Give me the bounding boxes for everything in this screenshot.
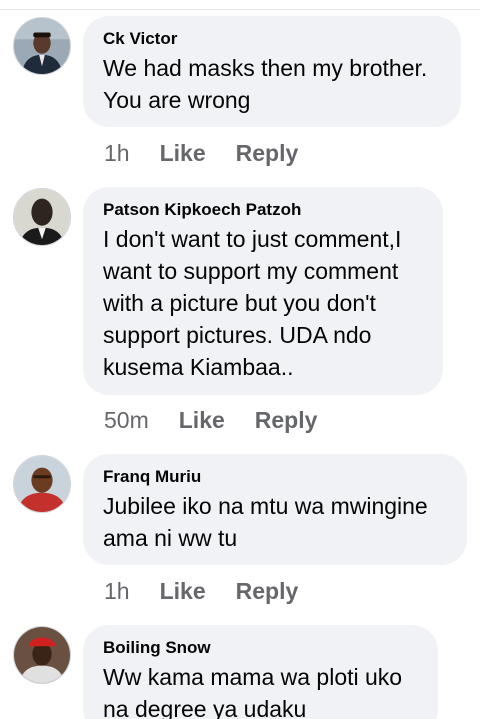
comment-actions: 1h Like Reply xyxy=(104,138,298,168)
avatar[interactable] xyxy=(13,17,71,75)
avatar-image xyxy=(14,627,70,683)
comment-bubble: Boiling Snow Ww kama mama wa ploti uko n… xyxy=(83,625,438,719)
avatar[interactable] xyxy=(13,626,71,684)
comment-timestamp[interactable]: 1h xyxy=(104,578,130,605)
like-button[interactable]: Like xyxy=(179,407,225,434)
avatar[interactable] xyxy=(13,455,71,513)
comment-author[interactable]: Franq Muriu xyxy=(103,466,447,488)
avatar-image xyxy=(14,456,70,512)
comment-author[interactable]: Patson Kipkoech Patzoh xyxy=(103,199,423,221)
comment-bubble: Patson Kipkoech Patzoh I don't want to j… xyxy=(83,187,443,395)
reply-button[interactable]: Reply xyxy=(255,407,318,434)
comment-text: Ww kama mama wa ploti uko na degree ya u… xyxy=(103,664,403,719)
comment-actions: 50m Like Reply xyxy=(104,405,317,435)
comment-author[interactable]: Ck Victor xyxy=(103,28,441,50)
avatar[interactable] xyxy=(13,188,71,246)
avatar-image xyxy=(14,18,70,74)
reply-button[interactable]: Reply xyxy=(236,578,299,605)
divider xyxy=(0,9,480,10)
comment-actions: 1h Like Reply xyxy=(104,576,298,606)
like-button[interactable]: Like xyxy=(160,578,206,605)
like-button[interactable]: Like xyxy=(160,140,206,167)
comment-timestamp[interactable]: 1h xyxy=(104,140,130,167)
comment-author[interactable]: Boiling Snow xyxy=(103,637,418,659)
avatar-image xyxy=(14,189,70,245)
comment-text: I don't want to just comment,I want to s… xyxy=(103,226,402,380)
comment-bubble: Franq Muriu Jubilee iko na mtu wa mwingi… xyxy=(83,454,467,565)
comment-text: Jubilee iko na mtu wa mwingine ama ni ww… xyxy=(103,493,428,551)
comments-page: Ck Victor We had masks then my brother. … xyxy=(0,0,480,719)
comment-bubble: Ck Victor We had masks then my brother. … xyxy=(83,16,461,127)
reply-button[interactable]: Reply xyxy=(236,140,299,167)
comment-timestamp[interactable]: 50m xyxy=(104,407,149,434)
comment-text: We had masks then my brother. You are wr… xyxy=(103,55,428,113)
